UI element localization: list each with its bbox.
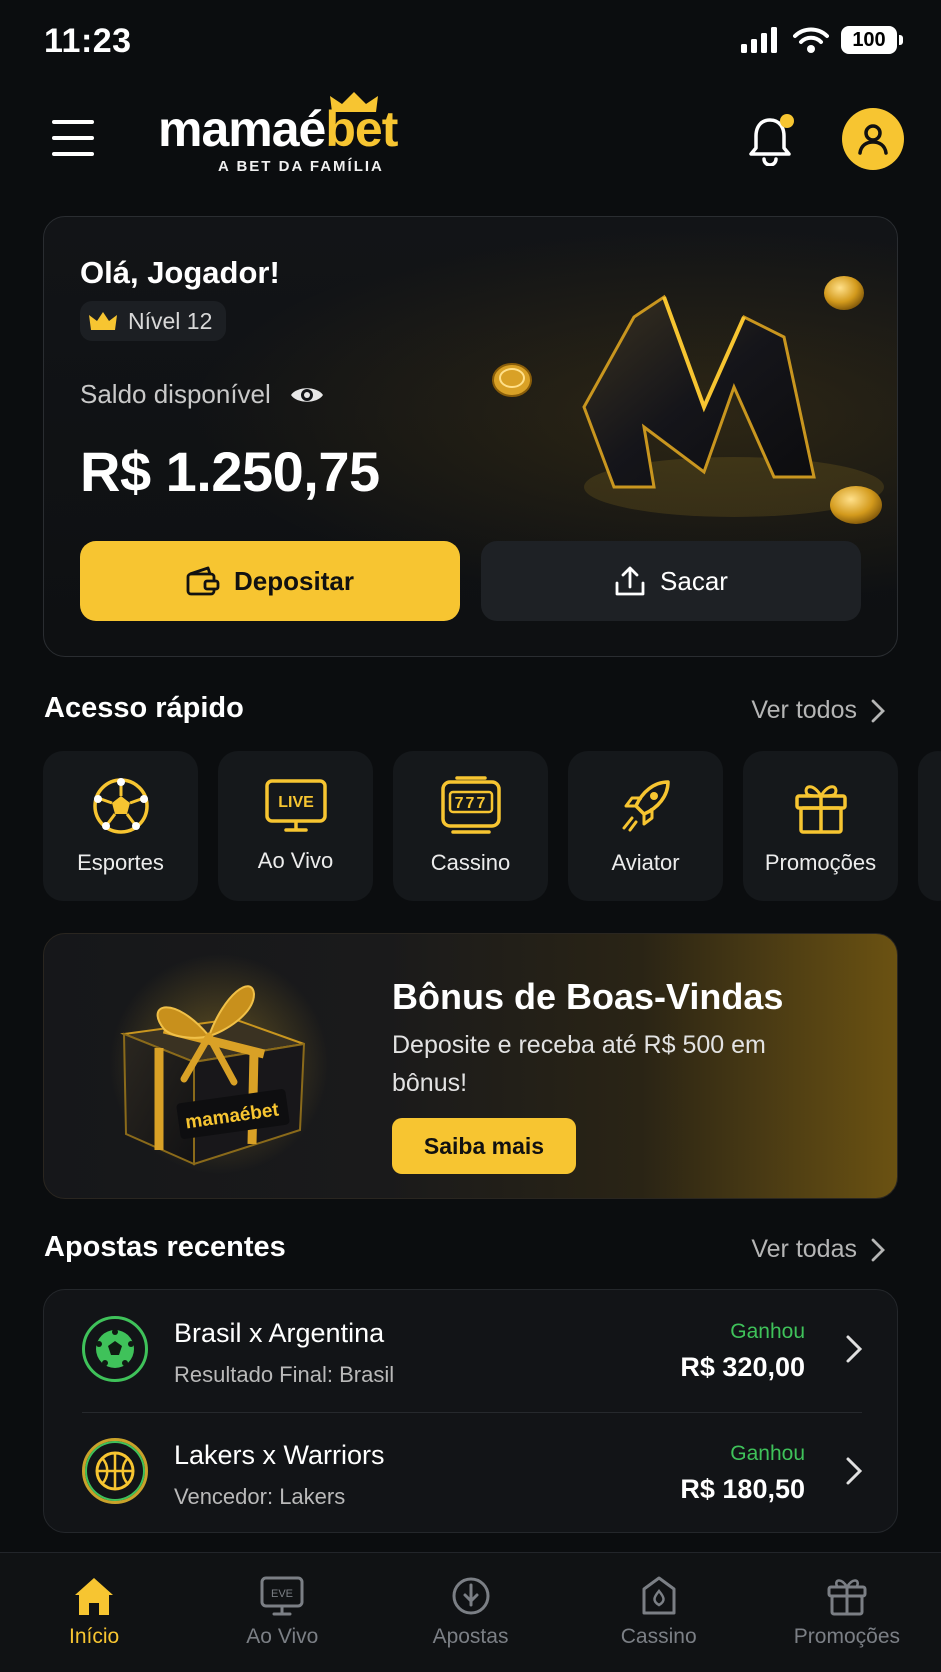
home-icon <box>75 1578 114 1615</box>
bet-status: Ganhou <box>730 1442 805 1465</box>
bet-amount: R$ 320,00 <box>680 1352 805 1382</box>
bet-row-brasil-argentina[interactable]: Brasil x Argentina Resultado Final: Bras… <box>44 1290 899 1410</box>
chevron-right-icon <box>871 1238 885 1261</box>
casino-icon <box>642 1576 676 1615</box>
quick-tile-label: Ao Vivo <box>257 848 334 873</box>
upload-icon <box>615 566 645 596</box>
nav-tab-inicio[interactable]: Início <box>0 1553 188 1672</box>
chevron-right-icon <box>846 1457 863 1485</box>
bet-sport-badge <box>82 1438 148 1504</box>
promo-title: Bônus de Boas-Vindas <box>392 976 784 1017</box>
logo-tagline: A BET DA FAMÍLIA <box>218 158 384 175</box>
chevron-right-icon <box>871 699 885 722</box>
nav-live-icon-text: EVE <box>271 1588 293 1600</box>
level-text: Nível 12 <box>128 307 213 334</box>
nav-tab-promocoes[interactable]: Promoções <box>753 1553 941 1672</box>
gift-box-image: mamaébet <box>109 954 329 1174</box>
nav-label: Cassino <box>620 1625 697 1648</box>
nav-tab-apostas[interactable]: Apostas <box>376 1553 564 1672</box>
decorative-m-logo <box>582 276 884 524</box>
slot-icon-text: 777 <box>454 795 487 812</box>
slot-machine-icon: 777 <box>440 776 501 834</box>
user-icon <box>858 124 888 155</box>
signal-icon <box>741 27 777 53</box>
crown-icon <box>89 312 117 330</box>
notification-dot <box>780 114 794 128</box>
welcome-bonus-banner[interactable]: mamaébet Bônus de Boas-Vindas Deposite e… <box>43 933 898 1199</box>
soccer-ball-icon <box>96 1329 134 1368</box>
rocket-icon <box>622 780 670 832</box>
bet-sport-badge <box>82 1316 148 1382</box>
quick-tile-esportes[interactable]: Esportes <box>43 751 198 901</box>
bet-status: Ganhou <box>730 1320 805 1343</box>
status-icons: 100 <box>741 26 903 54</box>
deposit-button[interactable]: Depositar <box>80 541 460 621</box>
live-icon-text: LIVE <box>278 794 314 811</box>
quick-tile-next-peek[interactable] <box>918 751 941 901</box>
chevron-right-icon <box>846 1335 863 1363</box>
menu-button[interactable] <box>52 120 94 156</box>
recent-bets-see-all-link[interactable]: Ver todas <box>751 1235 885 1264</box>
recent-bets-title: Apostas recentes <box>44 1231 286 1263</box>
quick-tile-promocoes[interactable]: Promoções <box>743 751 898 901</box>
quick-access-row: Esportes LIVE Ao Vivo 777 Cassino Aviato… <box>43 751 898 901</box>
profile-avatar-button[interactable] <box>842 108 904 170</box>
promo-description: Deposite e receba até R$ 500 em bônus! <box>392 1031 766 1097</box>
menu-icon <box>52 120 94 124</box>
nav-label: Promoções <box>793 1625 901 1648</box>
balance-card: Olá, Jogador! Nível 12 Saldo disponível … <box>43 216 898 657</box>
nav-tab-cassino[interactable]: Cassino <box>565 1553 753 1672</box>
basketball-icon <box>95 1451 135 1491</box>
nav-label: Início <box>69 1625 120 1648</box>
quick-access-see-all-link[interactable]: Ver todos <box>751 696 885 725</box>
wifi-icon <box>793 27 829 53</box>
withdraw-label: Sacar <box>660 565 728 596</box>
bet-row-lakers-warriors[interactable]: Lakers x Warriors Vencedor: Lakers Ganho… <box>44 1412 899 1532</box>
notifications-button[interactable] <box>748 112 798 166</box>
bet-detail: Vencedor: Lakers <box>174 1484 346 1509</box>
recent-bets-list: Brasil x Argentina Resultado Final: Bras… <box>43 1289 898 1533</box>
gift-icon <box>827 1579 867 1616</box>
quick-tile-ao-vivo[interactable]: LIVE Ao Vivo <box>218 751 373 901</box>
quick-tile-label: Aviator <box>611 850 680 875</box>
soccer-ball-icon <box>92 778 149 834</box>
coin-icon <box>492 363 532 397</box>
bet-amount: R$ 180,50 <box>680 1474 805 1504</box>
battery-level: 100 <box>852 28 886 51</box>
balance-label: Saldo disponível <box>80 379 325 410</box>
battery-icon: 100 <box>841 26 903 54</box>
withdraw-button[interactable]: Sacar <box>481 541 861 621</box>
live-tv-icon: EVE <box>260 1576 304 1616</box>
gift-icon <box>794 785 847 834</box>
status-time: 11:23 <box>44 22 132 60</box>
live-tv-icon: LIVE <box>264 779 327 832</box>
brand-logo[interactable]: mamaébet A BET DA FAMÍLIA <box>158 92 468 176</box>
quick-tile-label: Cassino <box>430 850 511 875</box>
bet-detail: Resultado Final: Brasil <box>174 1362 395 1387</box>
logo-wordmark: mamaébet <box>158 101 398 157</box>
balance-value: R$ 1.250,75 <box>80 440 380 503</box>
quick-tile-label: Promoções <box>764 850 877 875</box>
eye-icon[interactable] <box>289 383 325 407</box>
greeting-text: Olá, Jogador! <box>80 255 280 290</box>
quick-tile-aviator[interactable]: Aviator <box>568 751 723 901</box>
wallet-icon <box>186 566 220 596</box>
level-badge: Nível 12 <box>80 301 227 341</box>
deposit-label: Depositar <box>234 565 354 596</box>
quick-access-title: Acesso rápido <box>44 692 244 724</box>
bet-match: Lakers x Warriors <box>174 1440 385 1470</box>
quick-tile-label: Esportes <box>77 850 164 875</box>
bet-match: Brasil x Argentina <box>174 1318 385 1348</box>
quick-tile-cassino[interactable]: 777 Cassino <box>393 751 548 901</box>
nav-label: Apostas <box>432 1625 509 1648</box>
nav-tab-ao-vivo[interactable]: EVE Ao Vivo <box>188 1553 376 1672</box>
bottom-navigation: Início EVE Ao Vivo Apostas Cassino Promo… <box>0 1552 941 1672</box>
bet-slip-icon <box>452 1577 489 1615</box>
nav-label: Ao Vivo <box>246 1625 319 1648</box>
learn-more-button[interactable]: Saiba mais <box>392 1118 576 1174</box>
